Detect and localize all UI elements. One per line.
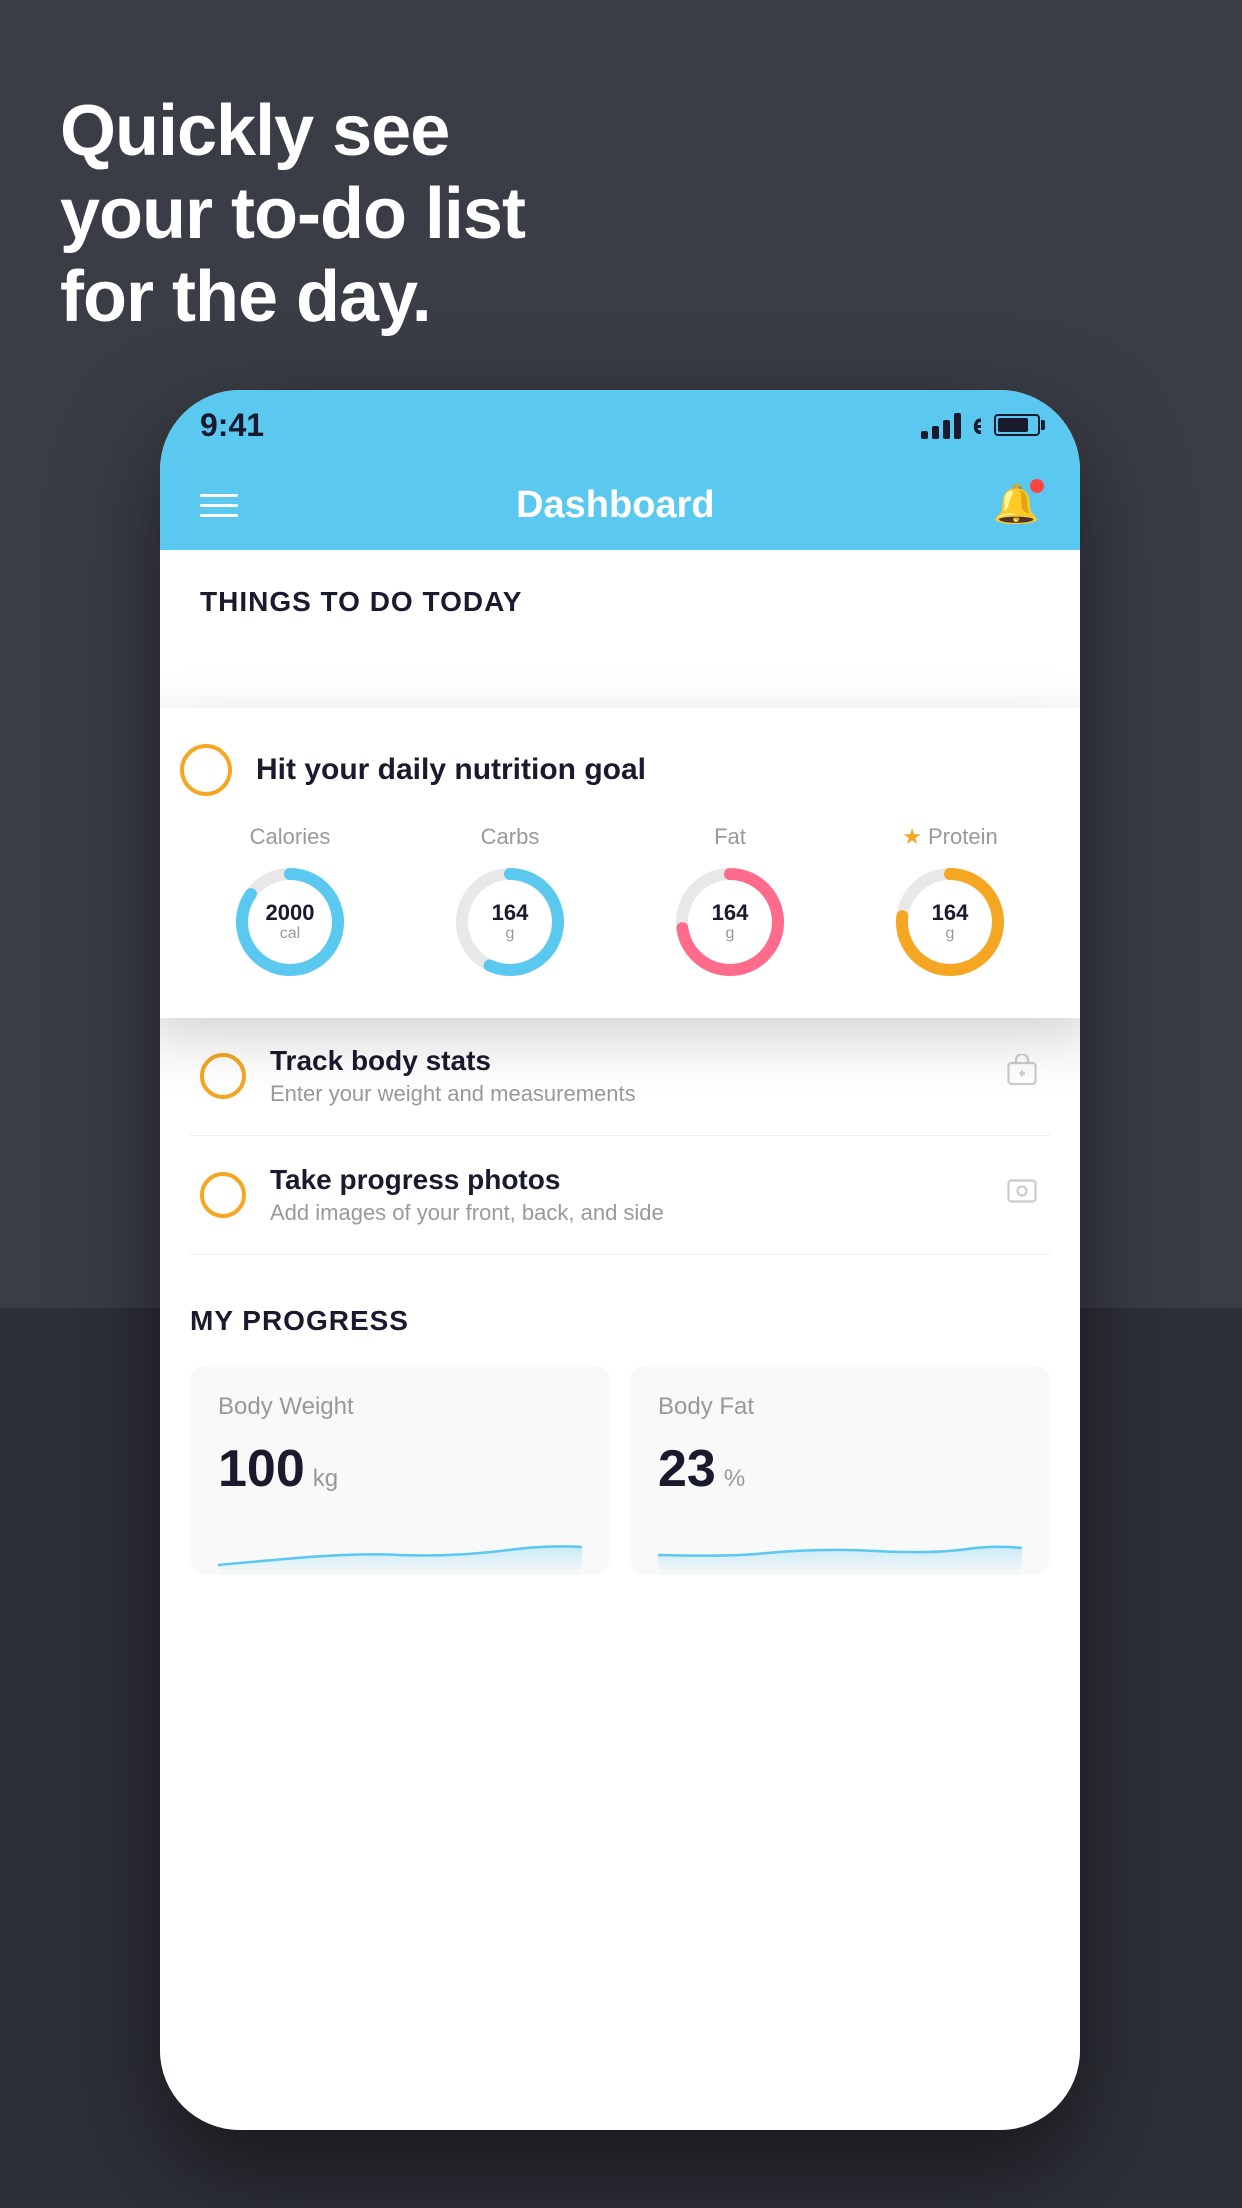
body-weight-label: Body Weight (218, 1393, 582, 1421)
body-fat-card: Body Fat 23 % (630, 1365, 1050, 1575)
photos-subtitle: Add images of your front, back, and side (270, 1200, 980, 1226)
status-time: 9:41 (200, 407, 264, 444)
content-area: THINGS TO DO TODAY Hit your daily nutrit… (160, 550, 1080, 2130)
fat-unit: g (712, 925, 749, 943)
progress-section-title: MY PROGRESS (190, 1305, 1050, 1337)
menu-button[interactable] (200, 494, 238, 517)
protein-value: 164 (932, 901, 969, 925)
carbs-label: Carbs (481, 824, 540, 850)
nutrition-card-header: Hit your daily nutrition goal (180, 744, 1060, 796)
body-stats-subtitle: Enter your weight and measurements (270, 1081, 980, 1107)
nutrition-protein: ★ Protein 164 g (890, 824, 1010, 982)
fat-donut: 164 g (670, 862, 790, 982)
protein-unit: g (932, 925, 969, 943)
nutrition-card: Hit your daily nutrition goal Calories (160, 708, 1080, 1018)
signal-icon (921, 411, 961, 439)
status-icons: 𝛜 (921, 409, 1040, 441)
status-bar: 9:41 𝛜 (160, 390, 1080, 460)
fat-label: Fat (714, 824, 746, 850)
notification-button[interactable]: 🔔 (993, 483, 1040, 527)
nav-bar: Dashboard 🔔 (160, 460, 1080, 550)
body-fat-number: 23 (658, 1439, 716, 1499)
nutrition-check-circle[interactable] (180, 744, 232, 796)
wifi-icon: 𝛜 (973, 409, 982, 441)
carbs-value: 164 (492, 901, 529, 925)
nutrition-card-title: Hit your daily nutrition goal (256, 753, 646, 787)
progress-section: MY PROGRESS Body Weight 100 kg (160, 1255, 1080, 1605)
nutrition-grid: Calories 2000 cal (180, 824, 1060, 982)
body-stats-title: Track body stats (270, 1045, 980, 1077)
body-weight-number: 100 (218, 1439, 305, 1499)
calories-donut: 2000 cal (230, 862, 350, 982)
calories-value: 2000 (266, 901, 315, 925)
nutrition-fat: Fat 164 g (670, 824, 790, 982)
nav-title: Dashboard (516, 484, 714, 527)
calories-label: Calories (250, 824, 331, 850)
hero-text: Quickly see your to-do list for the day. (60, 90, 525, 338)
notification-badge (1030, 479, 1044, 493)
body-stats-check-circle[interactable] (200, 1053, 246, 1099)
body-fat-unit: % (724, 1465, 745, 1493)
photos-info: Take progress photos Add images of your … (270, 1164, 980, 1226)
star-icon: ★ (902, 824, 922, 850)
todo-item-progress-photos[interactable]: Take progress photos Add images of your … (190, 1136, 1050, 1255)
body-weight-card: Body Weight 100 kg (190, 1365, 610, 1575)
carbs-unit: g (492, 925, 529, 943)
battery-icon (994, 414, 1040, 436)
body-stats-info: Track body stats Enter your weight and m… (270, 1045, 980, 1107)
fat-value: 164 (712, 901, 749, 925)
protein-donut: 164 g (890, 862, 1010, 982)
progress-cards: Body Weight 100 kg (190, 1365, 1050, 1575)
photo-icon (1004, 1173, 1040, 1217)
body-weight-value-container: 100 kg (218, 1439, 582, 1499)
carbs-donut: 164 g (450, 862, 570, 982)
todo-item-body-stats[interactable]: Track body stats Enter your weight and m… (190, 1017, 1050, 1136)
body-fat-value-container: 23 % (658, 1439, 1022, 1499)
calories-unit: cal (266, 925, 315, 943)
scale-icon (1004, 1054, 1040, 1098)
phone-mockup: 9:41 𝛜 Dashboard 🔔 TH (160, 390, 1080, 2130)
body-weight-chart (218, 1515, 582, 1575)
photos-check-circle[interactable] (200, 1172, 246, 1218)
photos-title: Take progress photos (270, 1164, 980, 1196)
things-today-header: THINGS TO DO TODAY (160, 550, 1080, 638)
nutrition-calories: Calories 2000 cal (230, 824, 350, 982)
protein-label: ★ Protein (902, 824, 997, 850)
body-fat-label: Body Fat (658, 1393, 1022, 1421)
body-weight-unit: kg (313, 1465, 338, 1493)
body-fat-chart (658, 1515, 1022, 1575)
nutrition-carbs: Carbs 164 g (450, 824, 570, 982)
